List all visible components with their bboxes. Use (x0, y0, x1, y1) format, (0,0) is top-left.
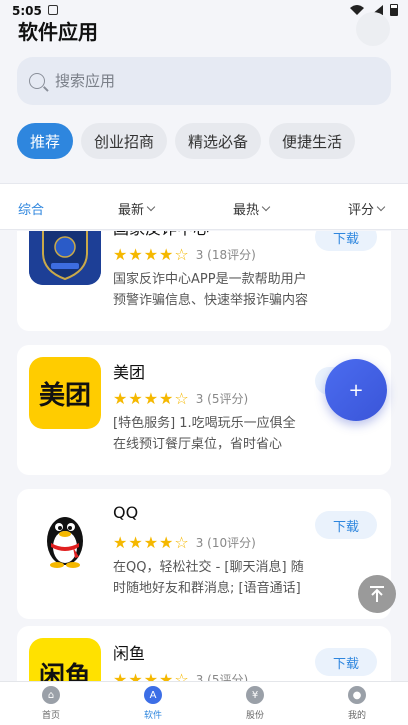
chip-lifestyle[interactable]: 便捷生活 (269, 123, 356, 159)
rating-text: 3 (10评分) (195, 536, 256, 550)
search-icon (29, 73, 45, 89)
app-name: 国家反诈中心 (113, 231, 209, 239)
tab-mine-label: 我的 (347, 711, 366, 721)
sort-default-label: 综合 (18, 203, 45, 218)
app-description: [特色服务] 1.吃喝玩乐一应俱全 在线预订餐厅桌位，省时省心 (113, 416, 296, 452)
penguin-icon (47, 517, 83, 568)
star-full-icon: ★ (159, 670, 175, 681)
star-full-icon: ★ (143, 670, 160, 681)
list-item[interactable]: 闲鱼 闲鱼 ★ ★ ★ ★ ☆ 3 (5评分) 下载 (17, 626, 391, 681)
download-button[interactable]: 下载 (315, 648, 377, 676)
star-full-icon: ★ (143, 533, 160, 552)
avatar[interactable] (356, 12, 390, 46)
sort-newest-label: 最新 (118, 203, 145, 218)
app-name: 闲鱼 (113, 644, 146, 663)
chevron-down-icon (376, 202, 386, 211)
star-full-icon: ★ (159, 533, 175, 552)
chip-recommend[interactable]: 推荐 (17, 123, 74, 159)
search-bar[interactable] (17, 57, 391, 105)
tab-software-label: 软件 (143, 711, 162, 721)
app-list: 国家反诈中心 ★★★★☆ 3 (18评分) 国家反诈中心APP是一款帮助用户预警… (0, 231, 408, 681)
star-full-icon: ★ (143, 245, 160, 264)
wifi-icon (350, 5, 364, 15)
search-input[interactable] (55, 72, 355, 90)
tab-home[interactable]: ⌂ 首页 (21, 686, 81, 721)
star-full-icon: ★ (159, 389, 175, 408)
list-item[interactable]: QQ ★ ★ ★ ★ ☆ 3 (10评分) 在QQ，轻松社交 - [聊天消息] 随时随地… (17, 489, 391, 619)
rating-stars: ★ ★ ★ ★ ☆ 3 (18评分) (113, 245, 256, 264)
yen-icon: ¥ (246, 686, 264, 704)
star-full-icon: ★ (159, 245, 175, 264)
rating-stars: ★ ★ ★ ★ ☆ 3 (5评分) (113, 389, 248, 408)
chevron-down-icon (146, 202, 156, 211)
download-button[interactable]: 下载 (315, 511, 377, 539)
bottom-tab-bar: ⌂ 首页 A 软件 ¥ 股份 ● 我的 (0, 681, 408, 725)
back-to-top-button[interactable] (358, 575, 396, 613)
sort-rating[interactable]: 评分 (348, 199, 386, 218)
shield-icon (29, 231, 101, 285)
star-empty-icon: ☆ (174, 670, 190, 681)
app-name: 美团 (113, 363, 146, 382)
download-button[interactable]: 下载 (315, 231, 377, 251)
plus-icon: + (348, 379, 364, 401)
rating-text: 3 (18评分) (195, 248, 256, 262)
notification-icon (48, 5, 58, 15)
app-icon-qq (29, 501, 101, 573)
app-store-icon: A (144, 686, 162, 704)
star-empty-icon: ☆ (174, 533, 190, 552)
chip-essentials[interactable]: 精选必备 (175, 123, 262, 159)
list-item[interactable]: 国家反诈中心 ★★★★☆ 3 (18评分) 国家反诈中心APP是一款帮助用户预警… (17, 231, 391, 331)
xianyu-logo-text: 闲鱼 (38, 661, 91, 682)
sort-rating-label: 评分 (348, 203, 375, 218)
app-description: 国家反诈中心APP是一款帮助用户预警诈骗信息、快速举报诈骗内容的应用 (113, 272, 309, 308)
star-full-icon: ★ (113, 670, 129, 681)
chip-business[interactable]: 创业招商 (81, 123, 168, 159)
app-icon-fanzha (29, 231, 101, 285)
meituan-logo-text: 美团 (38, 380, 91, 411)
rating-stars: ★ ★ ★ ★ ☆ 3 (5评分) (113, 670, 248, 681)
rating-stars: ★ ★ ★ ★ ☆ 3 (10评分) (113, 533, 256, 552)
tab-mine[interactable]: ● 我的 (327, 686, 387, 721)
star-full-icon: ★ (128, 533, 144, 552)
app-icon-meituan: 美团 (29, 357, 101, 429)
star-full-icon: ★ (113, 533, 129, 552)
tab-software[interactable]: A 软件 (123, 686, 183, 721)
star-full-icon: ★ (128, 389, 144, 408)
add-fab-button[interactable]: + (325, 359, 387, 421)
sort-hottest-label: 最热 (233, 203, 260, 218)
app-description: 在QQ，轻松社交 - [聊天消息] 随时随地好友和群消息; [语音通话] (113, 560, 304, 596)
tab-shares-label: 股份 (245, 711, 264, 721)
star-full-icon: ★ (143, 389, 160, 408)
sort-bar: 综合 最新 最热 评分 (0, 183, 408, 230)
star-empty-icon: ☆ (174, 245, 190, 264)
home-icon: ⌂ (42, 686, 60, 704)
page-title: 软件应用 (18, 20, 98, 44)
user-icon: ● (348, 686, 366, 704)
category-chips: 推荐 创业招商 精选必备 便捷生活 (17, 123, 356, 159)
tab-shares[interactable]: ¥ 股份 (225, 686, 285, 721)
battery-icon (390, 4, 398, 16)
sort-newest[interactable]: 最新 (118, 199, 156, 218)
rating-text: 3 (5评分) (195, 673, 249, 681)
star-full-icon: ★ (113, 245, 129, 264)
chevron-down-icon (261, 202, 271, 211)
star-full-icon: ★ (113, 389, 129, 408)
app-name: QQ (113, 503, 139, 522)
rating-text: 3 (5评分) (195, 392, 249, 406)
star-empty-icon: ☆ (174, 389, 190, 408)
tab-home-label: 首页 (41, 711, 60, 721)
sort-hottest[interactable]: 最热 (233, 199, 271, 218)
star-full-icon: ★ (128, 245, 144, 264)
star-full-icon: ★ (128, 670, 144, 681)
app-icon-xianyu: 闲鱼 (29, 638, 101, 681)
sort-default[interactable]: 综合 (18, 199, 44, 218)
arrow-up-icon (370, 586, 384, 602)
